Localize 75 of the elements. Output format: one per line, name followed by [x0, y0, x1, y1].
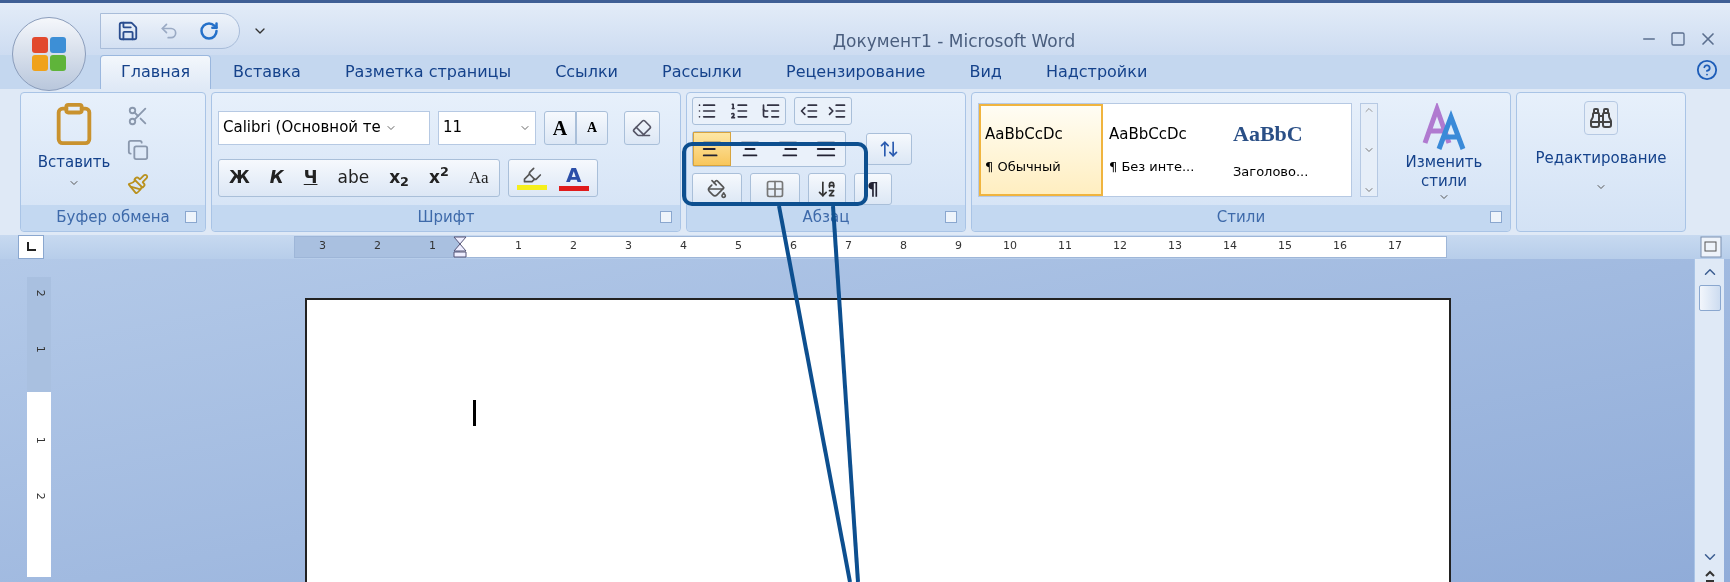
ribbon-tab[interactable]: Ссылки [533, 54, 640, 89]
format-button[interactable]: x$_{2}$ [379, 159, 419, 196]
shading-button[interactable] [692, 172, 742, 205]
maximize-icon[interactable] [1670, 31, 1686, 47]
sort-button[interactable] [808, 172, 846, 205]
paste-button[interactable]: Вставить [29, 100, 119, 205]
ruler-number: 12 [1113, 238, 1127, 255]
editing-button[interactable]: Редактирование [1535, 100, 1667, 193]
tab-stop-icon [26, 241, 36, 252]
borders-icon [765, 178, 785, 199]
ribbon-tab[interactable]: Вид [947, 54, 1024, 89]
highlight-color-bar [516, 185, 547, 190]
ruler-number: 1 [32, 345, 48, 353]
borders-button[interactable] [750, 172, 800, 205]
ruler-number: 2 [374, 238, 381, 255]
clear-formatting-button[interactable] [624, 110, 660, 145]
ribbon-tab[interactable]: Вставка [211, 54, 323, 89]
browse-object-icon[interactable] [1703, 569, 1716, 582]
ruler-number: 4 [680, 238, 687, 255]
ruler-number: 1 [32, 436, 48, 444]
grow-font-button[interactable]: A [544, 110, 576, 145]
format-button[interactable]: Aa [458, 159, 499, 196]
ruler-number: 7 [845, 238, 852, 255]
group-label: Стили [1216, 207, 1266, 229]
group-label: Шрифт [417, 207, 475, 229]
shrink-font-button[interactable]: A [576, 110, 608, 145]
window-title: Документ1 - Microsoft Word [832, 30, 1076, 53]
ruler-number: 9 [955, 238, 962, 255]
change-styles-button[interactable]: Изменить стили [1394, 102, 1494, 203]
style-item[interactable]: AaBbC Заголово... [1227, 103, 1351, 196]
highlighter-icon[interactable] [521, 165, 542, 185]
ruler-number: 3 [625, 238, 632, 255]
format-button[interactable]: Ж [219, 159, 260, 196]
line-spacing-button[interactable] [866, 132, 912, 165]
ruler-number: 5 [735, 238, 742, 255]
text-cursor-icon [473, 399, 476, 426]
ruler-number: 1 [515, 238, 522, 255]
ruler-number: 2 [570, 238, 577, 255]
font-size-field[interactable]: 11 [438, 110, 536, 145]
format-button[interactable]: Ч [293, 159, 328, 196]
ribbon-tab[interactable]: Главная [100, 54, 212, 89]
ribbon-tab[interactable]: Рассылки [640, 54, 764, 89]
format-button[interactable]: x$^{2}$ [419, 159, 459, 196]
ruler-number: 2 [32, 289, 48, 297]
ruler-number: 16 [1333, 238, 1347, 255]
ruler-number: 13 [1168, 238, 1182, 255]
format-button[interactable]: abe [327, 159, 380, 196]
binoculars-icon [1584, 100, 1618, 135]
ruler-number: 1 [429, 238, 436, 255]
ruler-number: 10 [1003, 238, 1017, 255]
ribbon-tab[interactable]: Надстройки [1023, 54, 1170, 89]
ruler-number: 17 [1388, 238, 1402, 255]
eraser-icon [632, 117, 652, 138]
ruler-number: 14 [1223, 238, 1237, 255]
ruler-number: 2 [32, 492, 48, 500]
tab-selector-button[interactable] [18, 234, 44, 259]
font-name-field[interactable]: Calibri (Основной те [218, 110, 430, 145]
office-logo-icon [30, 35, 68, 73]
ruler-number: 3 [319, 238, 326, 255]
paint-bucket-icon [707, 178, 727, 199]
ruler-number: 6 [790, 238, 797, 255]
ruler-number: 8 [900, 238, 907, 255]
format-button[interactable]: К [259, 159, 294, 196]
ribbon-tab[interactable]: Разметка страницы [322, 54, 534, 89]
ribbon-tab[interactable]: Рецензирование [764, 54, 948, 89]
indent-marker-icon[interactable] [453, 235, 467, 258]
help-icon[interactable] [1696, 58, 1718, 81]
group-label: Буфер обмена [56, 207, 170, 229]
save-icon[interactable] [117, 20, 139, 42]
ruler-number: 11 [1058, 238, 1072, 255]
scroll-thumb[interactable] [1698, 284, 1721, 311]
ruler-number: 15 [1278, 238, 1292, 255]
style-item[interactable]: AaBbCcDc ¶ Обычный [979, 103, 1103, 196]
style-item[interactable]: AaBbCcDc ¶ Без инте... [1103, 103, 1227, 196]
redo-icon[interactable] [199, 21, 219, 41]
